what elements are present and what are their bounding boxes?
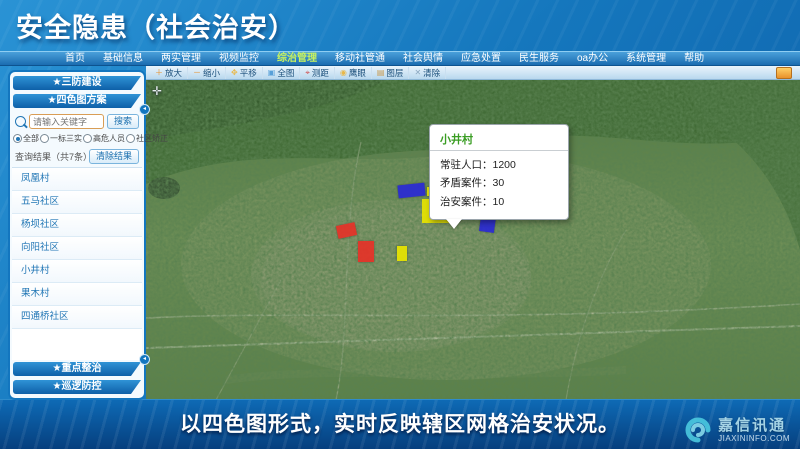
nav-item-4[interactable]: 综治管理	[268, 52, 326, 66]
info-popup: 小井村 常驻人口：1200矛盾案件：30治安案件：10	[429, 124, 569, 220]
filter-label: 一标三实	[50, 133, 82, 144]
zoom-out-icon: －	[193, 69, 201, 77]
search-row: 搜索	[12, 110, 142, 131]
nav-item-9[interactable]: oa办公	[568, 52, 617, 66]
popup-tail	[446, 219, 462, 229]
filter-option-3[interactable]: 社区矫正	[126, 133, 168, 144]
search-input[interactable]	[29, 114, 104, 129]
logo-company-name: 嘉信讯通	[718, 418, 790, 434]
list-item-4[interactable]: 小井村	[12, 260, 142, 283]
map-tool-overview[interactable]: ◉鹰眼	[335, 67, 372, 79]
vendor-logo: 嘉信讯通 JIAXININFO.COM	[683, 415, 790, 445]
sidebar-section-fourcolor[interactable]: ★四色图方案	[13, 94, 141, 108]
layers-icon: ▤	[377, 69, 385, 77]
nav-item-8[interactable]: 民生服务	[510, 52, 568, 66]
nav-item-2[interactable]: 两实管理	[152, 52, 210, 66]
map-tools: ＋放大－缩小✥平移▣全图⌖测距◉鹰眼▤图层✕清除	[150, 67, 446, 79]
map-tool-label: 清除	[423, 67, 440, 79]
sidebar-section-sanfang[interactable]: ★三防建设	[13, 76, 141, 90]
logo-swirl-icon	[683, 415, 713, 445]
map-tool-zoom-out[interactable]: －缩小	[188, 67, 226, 79]
radio-icon[interactable]	[126, 134, 135, 143]
map-tool-label: 缩小	[203, 67, 220, 79]
nav-item-0[interactable]: 首页	[56, 52, 94, 66]
map-tool-pan[interactable]: ✥平移	[226, 67, 263, 79]
nav-item-1[interactable]: 基础信息	[94, 52, 152, 66]
nav-item-10[interactable]: 系统管理	[617, 52, 675, 66]
logo-domain: JIAXININFO.COM	[718, 434, 790, 443]
filter-label: 高危人员	[93, 133, 125, 144]
nav-item-3[interactable]: 视频监控	[210, 52, 268, 66]
filter-option-2[interactable]: 高危人员	[83, 133, 125, 144]
zone-yellow-small[interactable]	[397, 246, 407, 261]
list-item-2[interactable]: 杨坝社区	[12, 214, 142, 237]
map-viewport[interactable]: ＋放大－缩小✥平移▣全图⌖测距◉鹰眼▤图层✕清除	[146, 66, 800, 400]
nav-item-7[interactable]: 应急处置	[452, 52, 510, 66]
zone-red-mid[interactable]	[358, 241, 374, 262]
popup-body: 常驻人口：1200矛盾案件：30治安案件：10	[430, 151, 568, 219]
nav-item-6[interactable]: 社会舆情	[394, 52, 452, 66]
search-icon	[15, 116, 26, 127]
map-tool-label: 全图	[277, 67, 294, 79]
map-tool-zoom-in[interactable]: ＋放大	[150, 67, 188, 79]
full-extent-icon: ▣	[268, 69, 276, 77]
caption-text: 以四色图形式，实时反映辖区网格治安状况。	[0, 408, 800, 438]
map-tool-full-extent[interactable]: ▣全图	[263, 67, 301, 79]
map-tool-label: 鹰眼	[349, 67, 366, 79]
filter-label: 社区矫正	[136, 133, 168, 144]
result-list: 凤凰村五马社区杨坝社区向阳社区小井村果木村四通桥社区	[12, 167, 142, 360]
page-title: 安全隐患（社会治安）	[16, 6, 296, 45]
list-item-0[interactable]: 凤凰村	[12, 168, 142, 191]
search-button[interactable]: 搜索	[107, 114, 139, 129]
filter-row: 全部一标三实高危人员社区矫正	[12, 131, 142, 146]
list-item-1[interactable]: 五马社区	[12, 191, 142, 214]
overview-icon: ◉	[340, 69, 347, 77]
map-tool-label: 放大	[165, 67, 182, 79]
map-tool-clear[interactable]: ✕清除	[409, 67, 446, 79]
app-window: 安全隐患（社会治安） 首页基础信息两实管理视频监控综治管理移动社管通社会舆情应急…	[0, 0, 800, 449]
nav-items: 首页基础信息两实管理视频监控综治管理移动社管通社会舆情应急处置民生服务oa办公系…	[56, 52, 713, 66]
clear-icon: ✕	[414, 69, 421, 77]
radio-icon[interactable]	[13, 134, 22, 143]
fullscreen-icon[interactable]	[776, 67, 792, 79]
list-item-6[interactable]: 四通桥社区	[12, 306, 142, 329]
nav-item-5[interactable]: 移动社管通	[326, 52, 394, 66]
sidebar: ★三防建设 ★四色图方案 搜索 全部一标三实高危人员社区矫正 查询结果（共7条）…	[8, 70, 146, 400]
pan-icon: ✥	[231, 69, 238, 77]
sidebar-collapse-icon[interactable]: ◂	[139, 104, 150, 115]
popup-row-矛盾案件: 矛盾案件：30	[440, 174, 558, 192]
popup-row-常驻人口: 常驻人口：1200	[440, 156, 558, 174]
map-tool-layers[interactable]: ▤图层	[372, 67, 410, 79]
result-summary: 查询结果（共7条）	[15, 150, 89, 163]
sidebar-section-patrol[interactable]: ★巡逻防控	[13, 380, 141, 394]
filter-option-1[interactable]: 一标三实	[40, 133, 82, 144]
map-tool-measure[interactable]: ⌖测距	[300, 67, 335, 79]
sidebar-collapse-icon-bottom[interactable]: ◂	[139, 354, 150, 365]
radio-icon[interactable]	[83, 134, 92, 143]
map-tool-label: 平移	[240, 67, 257, 79]
result-row: 查询结果（共7条） 清除结果	[12, 146, 142, 167]
measure-icon: ⌖	[305, 69, 310, 77]
filter-label: 全部	[23, 133, 39, 144]
zoom-in-icon: ＋	[155, 69, 163, 77]
sidebar-section-key-rectify[interactable]: ★重点整治	[13, 362, 141, 376]
clear-results-button[interactable]: 清除结果	[89, 149, 139, 164]
filter-option-0[interactable]: 全部	[13, 133, 39, 144]
list-item-5[interactable]: 果木村	[12, 283, 142, 306]
map-toolbar: ＋放大－缩小✥平移▣全图⌖测距◉鹰眼▤图层✕清除	[146, 66, 800, 80]
list-item-3[interactable]: 向阳社区	[12, 237, 142, 260]
popup-row-治安案件: 治安案件：10	[440, 193, 558, 211]
bottom-bar: 以四色图形式，实时反映辖区网格治安状况。 嘉信讯通 JIAXININFO.COM	[0, 399, 800, 449]
map-pan-compass-icon[interactable]: ✛	[150, 84, 164, 98]
popup-village-name: 小井村	[430, 125, 568, 151]
map-tool-label: 测距	[312, 67, 329, 79]
main-nav: 首页基础信息两实管理视频监控综治管理移动社管通社会舆情应急处置民生服务oa办公系…	[0, 51, 800, 66]
map-tool-label: 图层	[386, 67, 403, 79]
nav-item-11[interactable]: 帮助	[675, 52, 713, 66]
radio-icon[interactable]	[40, 134, 49, 143]
